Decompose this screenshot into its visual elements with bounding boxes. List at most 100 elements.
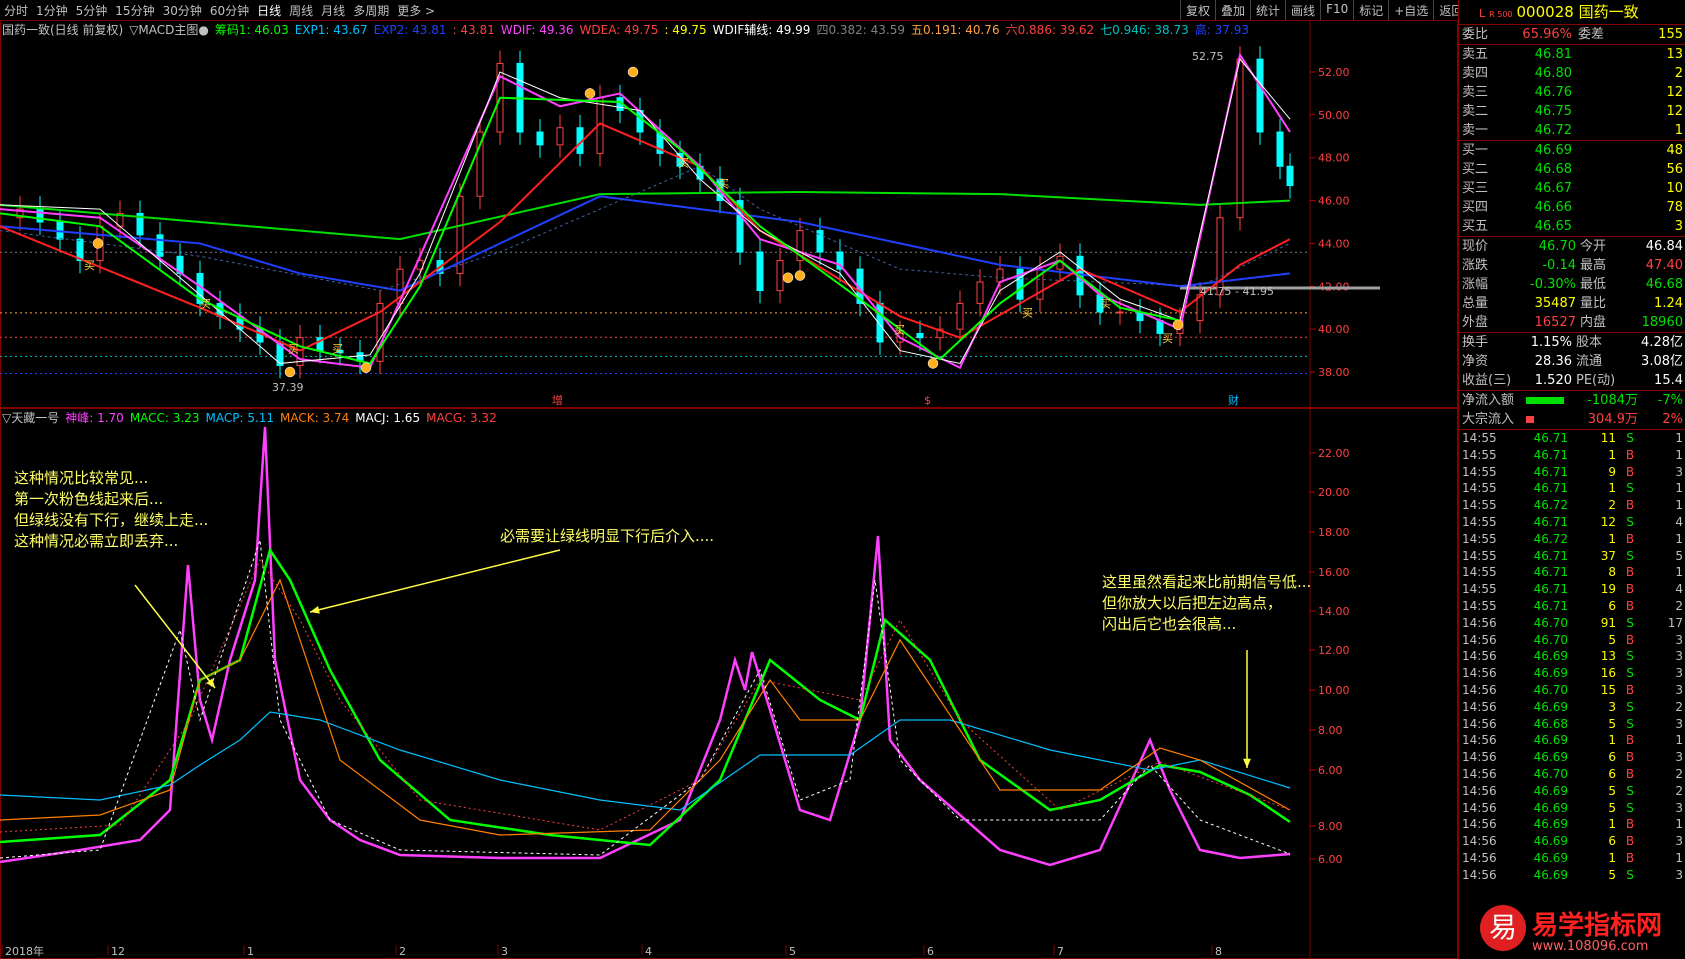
macp-line: [0, 711, 1291, 811]
tab-period[interactable]: 15分钟: [115, 2, 154, 19]
tick-price: 46.69: [1533, 733, 1568, 748]
tick-side: S: [1626, 514, 1634, 529]
weibi-label: 委比: [1462, 27, 1489, 42]
tick-count: 3: [1675, 682, 1683, 697]
tick-time: 14:55: [1462, 431, 1497, 445]
tab-period[interactable]: 5分钟: [76, 2, 108, 19]
legend-entry: 神峰: 1.70: [65, 411, 124, 425]
tick-time: 14:56: [1462, 834, 1497, 849]
tick-list[interactable]: 14:55 46.71 11 S 1 14:55 46.71 1 B 1 14:55 46.71 9 B 3…: [1459, 429, 1685, 884]
tab-period[interactable]: 日线: [257, 2, 281, 19]
tick-side: S: [1626, 548, 1634, 563]
kline-chart-svg[interactable]: 52.0050.0048.0046.0044.0042.0040.0038.00…: [0, 20, 1458, 959]
high-price-label: 52.75: [1192, 50, 1224, 63]
flow-percent: 2%: [1662, 412, 1683, 427]
signal-dot: [92, 238, 104, 249]
tick-row: 14:56 46.69 1 B 1: [1459, 850, 1685, 867]
flow-bar-fill: [1526, 397, 1564, 404]
tab-period[interactable]: 月线: [321, 2, 345, 19]
toolbar-button[interactable]: 复权: [1180, 0, 1215, 21]
order-book-row: 买二 46.68 56: [1459, 160, 1685, 179]
order-price: 46.76: [1534, 85, 1572, 100]
tick-row: 14:55 46.71 12 S 4: [1459, 514, 1685, 531]
stat-row: 外盘 16527 内盘 18960: [1459, 313, 1685, 332]
stat-value: 47.40: [1645, 258, 1683, 273]
tick-row: 14:56 46.69 5 S 3: [1459, 867, 1685, 884]
order-volume: 3: [1674, 219, 1683, 234]
candle-body: [996, 268, 1004, 283]
annotation-right-line: 闪出后它也会很高...: [1102, 615, 1237, 633]
y-tick-label: 38.00: [1318, 366, 1350, 379]
tick-price: 46.69: [1533, 817, 1568, 832]
tick-row: 14:56 46.70 91 S 17: [1459, 615, 1685, 632]
tick-price: 46.70: [1533, 682, 1568, 697]
tab-period[interactable]: 60分钟: [210, 2, 249, 19]
candle-body: [776, 260, 784, 292]
tick-volume: 12: [1600, 514, 1616, 529]
order-volume: 2: [1674, 66, 1683, 81]
tick-time: 14:56: [1462, 783, 1497, 798]
stat-value: 3.08亿: [1641, 354, 1683, 369]
tick-side: B: [1625, 464, 1635, 479]
tick-side: B: [1625, 531, 1635, 546]
tick-time: 14:55: [1462, 582, 1497, 597]
order-label: 买一: [1462, 143, 1489, 158]
period-toolbar: 分时 1分钟 5分钟 15分钟 30分钟 60分钟 日线 周线 月线 多周期 更多 > 复权 叠加 统计…: [0, 0, 1685, 21]
toolbar-button[interactable]: F10: [1320, 0, 1353, 21]
candle-body: [36, 208, 44, 223]
toolbar-button[interactable]: 统计: [1250, 0, 1285, 21]
quote-panel: LR 500 000028 国药一致 委比 65.96% 委差 155 卖五 46.…: [1458, 0, 1685, 959]
tick-row: 14:55 46.71 11 S 1: [1459, 430, 1685, 447]
tick-volume: 13: [1600, 649, 1616, 664]
tick-price: 46.69: [1533, 666, 1568, 681]
stat-value: 46.68: [1645, 277, 1683, 292]
tick-count: 5: [1675, 548, 1683, 563]
x-tick-label: 6: [927, 945, 934, 958]
legend-entry: MACC: 3.23: [129, 411, 200, 425]
tick-time: 14:56: [1462, 615, 1497, 630]
tab-period[interactable]: 周线: [289, 2, 313, 19]
legend-entry: : 49.75: [664, 23, 707, 37]
toolbar-button[interactable]: +自选: [1388, 0, 1433, 21]
order-price: 46.65: [1534, 219, 1572, 234]
tick-price: 46.70: [1533, 632, 1568, 647]
stat-value: 35487: [1534, 296, 1576, 311]
signal-dot: [782, 272, 794, 283]
tab-period[interactable]: 更多 >: [397, 2, 435, 19]
tab-period[interactable]: 30分钟: [163, 2, 202, 19]
tick-time: 14:56: [1462, 733, 1497, 748]
signal-dot: [584, 88, 596, 99]
tick-count: 3: [1675, 716, 1683, 731]
toolbar-button[interactable]: 画线: [1285, 0, 1320, 21]
chart-area[interactable]: 52.0050.0048.0046.0044.0042.0040.0038.00…: [0, 20, 1458, 959]
x-tick-label: 1: [247, 945, 254, 958]
order-label: 买四: [1462, 200, 1489, 215]
tick-count: 1: [1675, 498, 1683, 513]
tab-period[interactable]: 多周期: [353, 2, 389, 19]
toolbar-button[interactable]: 叠加: [1215, 0, 1250, 21]
tick-time: 14:55: [1462, 498, 1497, 513]
order-volume: 56: [1666, 162, 1683, 177]
legend-entry: ▽MACD主图●: [129, 23, 209, 37]
annotation-right: 这里虽然看起来比前期信号低... 但你放大以后把左边高点， 闪出后它也会很高..…: [1102, 572, 1311, 635]
tick-count: 3: [1675, 666, 1683, 681]
tick-row: 14:56 46.69 1 B 1: [1459, 816, 1685, 833]
tick-volume: 16: [1600, 666, 1616, 681]
annotation-right-arrow-head: [1243, 758, 1251, 768]
y-tick-label: 40.00: [1318, 323, 1350, 336]
tick-side: B: [1625, 498, 1635, 513]
candle-body: [1256, 58, 1264, 133]
tab-period[interactable]: 1分钟: [36, 2, 68, 19]
order-book-row: 买一 46.69 48: [1459, 141, 1685, 160]
buy-signal-label: 买: [1100, 298, 1111, 311]
stat-row: 收益(三) 1.520 PE(动) 15.4: [1459, 371, 1685, 390]
tick-count: 2: [1675, 699, 1683, 714]
annotation-left: 这种情况比较常见... 第一次粉色线起来后... 但绿线没有下行，继续上走...…: [14, 468, 208, 552]
x-tick-label: 7: [1057, 945, 1064, 958]
event-mark: $: [924, 394, 931, 407]
stat-label: 涨跌: [1462, 258, 1489, 273]
tab-period[interactable]: 分时: [4, 2, 28, 19]
period-tabs: 分时 1分钟 5分钟 15分钟 30分钟 60分钟 日线 周线 月线 多周期 更多 >: [4, 2, 435, 19]
order-book-row: 卖一 46.72 1: [1459, 121, 1685, 140]
toolbar-button[interactable]: 标记: [1353, 0, 1388, 21]
